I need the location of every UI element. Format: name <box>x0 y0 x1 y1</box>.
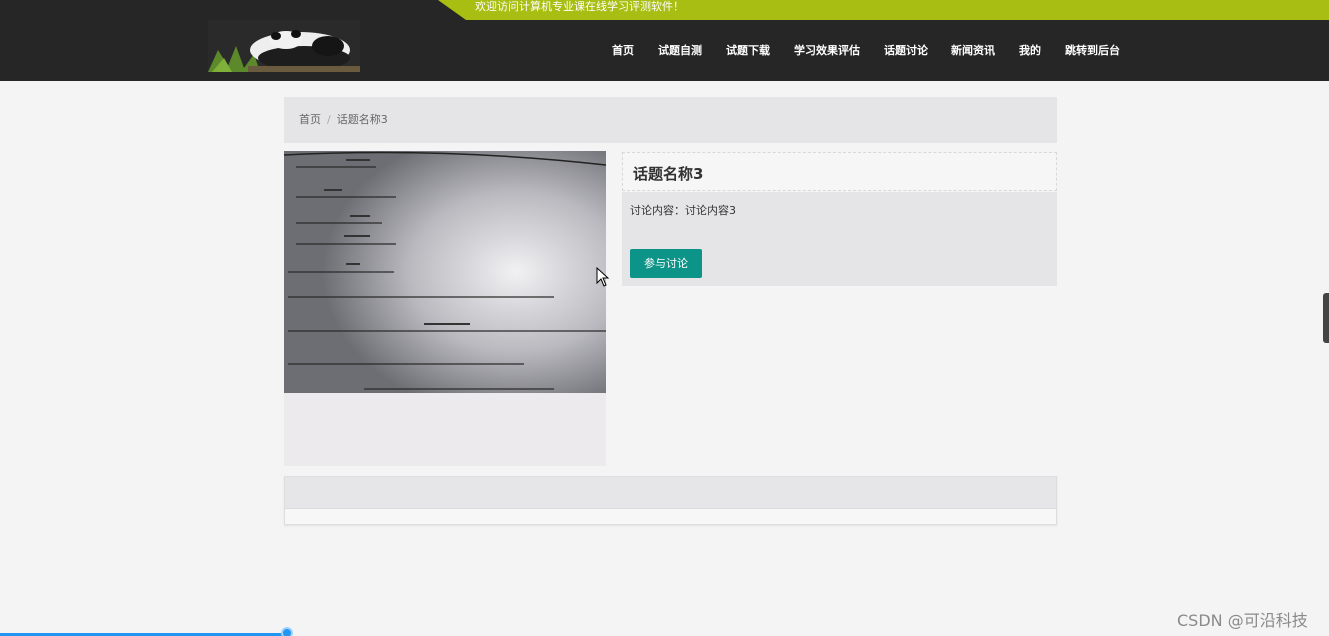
scroll-handle[interactable] <box>1323 293 1329 343</box>
panda-logo[interactable] <box>208 20 360 72</box>
breadcrumb: 首页 / 话题名称3 <box>284 97 1057 143</box>
site-header: 欢迎访问计算机专业课在线学习评测软件！ 首页 试题自测 试题下载 学习效果评估 … <box>0 0 1329 81</box>
nav-discussion[interactable]: 话题讨论 <box>884 43 928 59</box>
breadcrumb-separator: / <box>327 113 331 126</box>
nav-home[interactable]: 首页 <box>612 43 634 59</box>
nav-download[interactable]: 试题下载 <box>726 43 770 59</box>
welcome-text: 欢迎访问计算机专业课在线学习评测软件！ <box>475 0 684 13</box>
topic-image-panel <box>284 151 606 466</box>
breadcrumb-home[interactable]: 首页 <box>299 113 321 126</box>
comments-header <box>285 477 1056 509</box>
progress-handle[interactable] <box>281 627 293 636</box>
nav-admin[interactable]: 跳转到后台 <box>1065 43 1120 59</box>
breadcrumb-current: 话题名称3 <box>336 113 388 126</box>
topic-content-label: 讨论内容： <box>630 204 685 217</box>
nav-news[interactable]: 新闻资讯 <box>951 43 995 59</box>
nav-mine[interactable]: 我的 <box>1019 43 1041 59</box>
topic-photo <box>284 151 606 393</box>
topic-title: 话题名称3 <box>633 165 704 183</box>
topic-content-value: 讨论内容3 <box>685 204 736 217</box>
comments-panel <box>284 476 1057 525</box>
topic-content: 讨论内容：讨论内容3 <box>630 202 736 218</box>
mouse-cursor-icon <box>596 266 610 291</box>
join-discussion-button[interactable]: 参与讨论 <box>630 249 702 278</box>
topic-title-box: 话题名称3 <box>622 152 1057 191</box>
watermark: CSDN @可沿科技 <box>1177 611 1308 630</box>
nav-self-test[interactable]: 试题自测 <box>658 43 702 59</box>
topic-body: 讨论内容：讨论内容3 参与讨论 <box>622 192 1057 286</box>
nav-evaluation[interactable]: 学习效果评估 <box>794 43 860 59</box>
